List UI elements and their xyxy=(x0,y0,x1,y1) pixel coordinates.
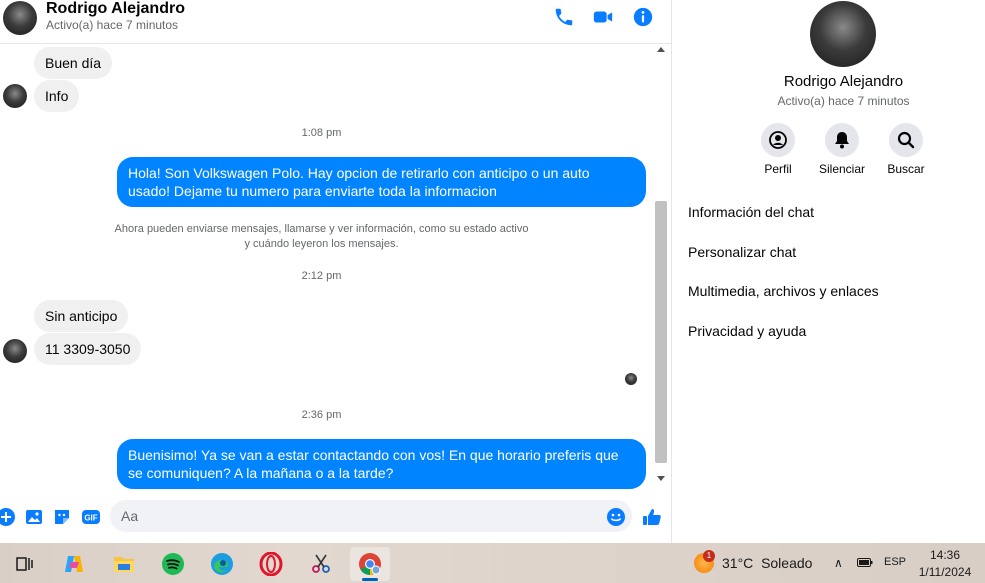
active-app-indicator xyxy=(362,578,378,581)
incoming-message[interactable]: Info xyxy=(34,80,80,112)
phone-icon[interactable] xyxy=(553,6,575,28)
message-input[interactable] xyxy=(110,500,632,532)
timestamp-separator: 1:08 pm xyxy=(301,127,342,139)
conversation-details-pane: Rodrigo Alejandro Activo(a) hace 7 minut… xyxy=(671,0,985,543)
emoji-icon[interactable] xyxy=(606,507,626,527)
scissors-icon xyxy=(312,554,330,573)
outgoing-message[interactable]: Hola! Son Volkswagen Polo. Hay opcion de… xyxy=(117,157,646,207)
weather-badge: 1 xyxy=(703,550,715,562)
incoming-message[interactable]: Sin anticipo xyxy=(34,300,129,332)
video-call-icon[interactable] xyxy=(592,6,614,28)
sender-avatar xyxy=(3,84,27,108)
chat-pane: Rodrigo Alejandro Activo(a) hace 7 minut… xyxy=(0,0,671,543)
opera-icon xyxy=(259,552,283,576)
menu-privacy-help[interactable]: Privacidad y ayuda xyxy=(688,323,806,339)
system-notice-line: Ahora pueden enviarse mensajes, llamarse… xyxy=(114,223,529,235)
folder-icon xyxy=(114,557,134,572)
profile-name: Rodrigo Alejandro xyxy=(783,73,904,90)
scroll-up-arrow[interactable] xyxy=(657,47,665,52)
file-explorer-button[interactable] xyxy=(104,547,144,581)
search-button-label: Buscar xyxy=(887,162,925,176)
profile-icon xyxy=(769,131,787,149)
battery-icon[interactable] xyxy=(857,557,873,568)
weather-condition: Soleado xyxy=(761,555,813,571)
timestamp-separator: 2:12 pm xyxy=(301,270,342,282)
timestamp-separator: 2:36 pm xyxy=(301,409,342,421)
tray-overflow-chevron-icon[interactable]: ∧ xyxy=(834,556,843,570)
gif-icon[interactable]: GIF xyxy=(81,507,101,527)
system-notice-line: y cuándo leyeron los mensajes. xyxy=(244,238,399,250)
image-icon[interactable] xyxy=(24,507,44,527)
contact-name[interactable]: Rodrigo Alejandro xyxy=(46,0,185,18)
plus-icon[interactable] xyxy=(0,507,16,527)
contact-status: Activo(a) hace 7 minutos xyxy=(46,18,179,32)
chrome-button[interactable] xyxy=(350,547,390,581)
composer-bar: GIF xyxy=(0,494,671,543)
incoming-message[interactable]: Buen día xyxy=(34,47,113,79)
opera-button[interactable] xyxy=(251,547,291,581)
menu-chat-info[interactable]: Información del chat xyxy=(688,204,814,220)
search-button[interactable]: Buscar xyxy=(871,123,941,176)
task-view-button[interactable] xyxy=(4,547,44,581)
profile-avatar-large[interactable] xyxy=(810,1,876,67)
contact-avatar[interactable] xyxy=(3,1,37,35)
mute-button[interactable]: Silenciar xyxy=(807,123,877,176)
chrome-icon xyxy=(359,553,381,575)
bell-icon xyxy=(835,132,849,149)
scroll-thumb[interactable] xyxy=(655,201,667,463)
sender-avatar xyxy=(3,339,27,363)
weather-widget[interactable]: 31°C Soleado xyxy=(722,555,812,571)
info-icon[interactable] xyxy=(632,6,654,28)
profile-status: Activo(a) hace 7 minutos xyxy=(777,94,910,108)
spotify-icon xyxy=(162,553,184,575)
copilot-button[interactable] xyxy=(54,547,94,581)
like-icon[interactable] xyxy=(642,507,662,527)
messenger-window: Rodrigo Alejandro Activo(a) hace 7 minut… xyxy=(0,0,985,543)
search-icon xyxy=(897,131,915,149)
message-list[interactable]: Buen día Info 1:08 pm Hola! Son Volkswag… xyxy=(0,44,671,492)
clock-time[interactable]: 14:36 xyxy=(919,548,971,562)
system-notice: Ahora pueden enviarse mensajes, llamarse… xyxy=(100,222,543,252)
mute-button-label: Silenciar xyxy=(818,162,866,176)
edge-button[interactable] xyxy=(202,547,242,581)
input-language[interactable]: ESP xyxy=(884,556,906,568)
menu-media-files-links[interactable]: Multimedia, archivos y enlaces xyxy=(688,283,879,299)
scroll-down-arrow[interactable] xyxy=(657,476,665,481)
incoming-message[interactable]: 11 3309-3050 xyxy=(34,333,142,365)
weather-temp: 31°C xyxy=(722,555,754,571)
seen-indicator-avatar xyxy=(625,373,637,385)
menu-customize-chat[interactable]: Personalizar chat xyxy=(688,244,796,260)
spotify-button[interactable] xyxy=(153,547,193,581)
clock-date[interactable]: 1/11/2024 xyxy=(913,565,977,579)
sticker-icon[interactable] xyxy=(52,507,72,527)
snipping-tool-button[interactable] xyxy=(301,547,341,581)
scrollbar[interactable] xyxy=(653,44,669,492)
task-view-icon xyxy=(16,557,33,571)
chat-header: Rodrigo Alejandro Activo(a) hace 7 minut… xyxy=(0,0,671,44)
outgoing-message[interactable]: Buenisimo! Ya se van a estar contactando… xyxy=(117,439,646,489)
profile-button[interactable]: Perfil xyxy=(743,123,813,176)
profile-button-label: Perfil xyxy=(764,162,792,176)
edge-icon xyxy=(211,553,233,575)
gif-label: GIF xyxy=(84,514,97,523)
copilot-icon xyxy=(65,556,83,572)
